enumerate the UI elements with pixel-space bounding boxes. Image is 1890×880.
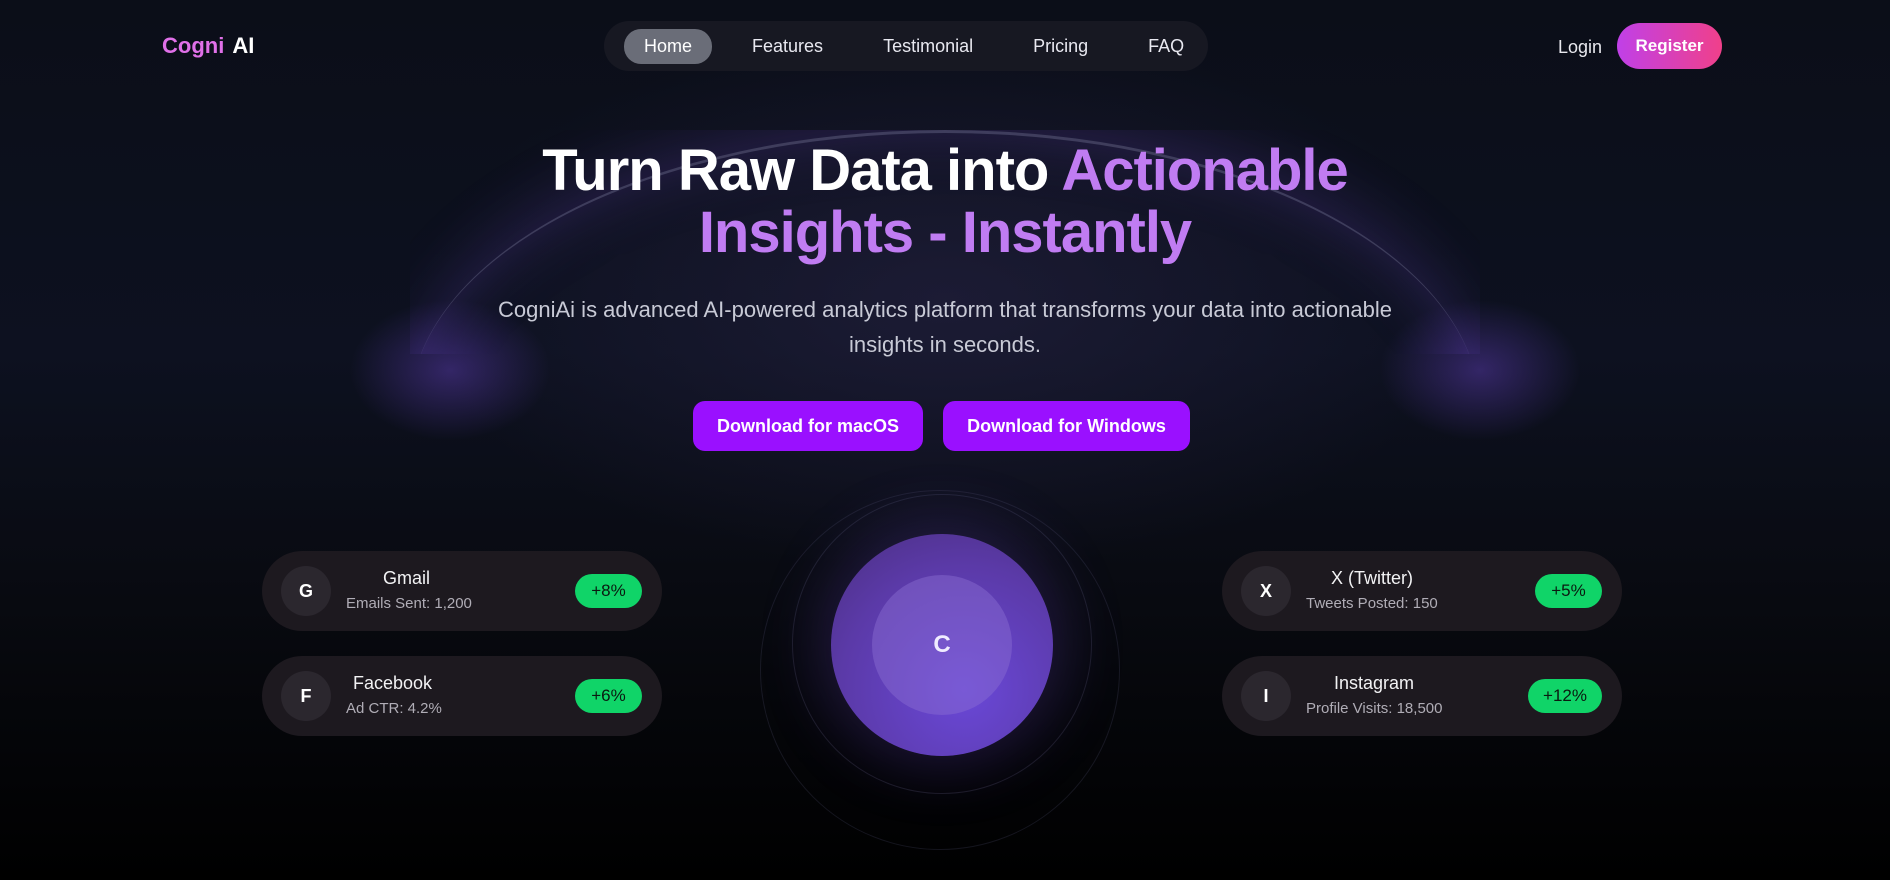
brand-name-part2: AI xyxy=(232,33,255,58)
brand-logo[interactable]: Cogni AI xyxy=(162,33,254,59)
headline-plain: Turn Raw Data into xyxy=(542,138,1062,203)
top-navbar: Cogni AI Home Features Testimonial Pricin… xyxy=(0,0,1890,95)
main-menu: Home Features Testimonial Pricing FAQ xyxy=(604,21,1208,71)
nav-item-pricing[interactable]: Pricing xyxy=(1013,29,1108,64)
card-name: Facebook xyxy=(353,673,433,693)
avatar-initial: I xyxy=(1263,685,1269,706)
facebook-avatar: F xyxy=(281,671,331,721)
card-metric: Ad CTR: 4.2% xyxy=(346,700,442,717)
orb-core: C xyxy=(872,575,1012,715)
nav-item-faq[interactable]: FAQ xyxy=(1128,29,1204,64)
instagram-avatar: I xyxy=(1241,671,1291,721)
hero-headline: Turn Raw Data into Actionable Insights -… xyxy=(345,140,1545,264)
x-twitter-avatar: X xyxy=(1241,566,1291,616)
stat-card-gmail[interactable]: G Gmail Emails Sent: 1,200 +8% xyxy=(262,551,662,631)
stat-card-x-twitter[interactable]: X X (Twitter) Tweets Posted: 150 +5% xyxy=(1222,551,1622,631)
brand-name-part1: Cogni xyxy=(162,33,225,58)
change-badge: +12% xyxy=(1528,679,1602,713)
avatar-initial: F xyxy=(300,685,312,706)
change-badge: +5% xyxy=(1535,574,1602,608)
arc-glow-right xyxy=(1380,300,1580,440)
hero-subtitle: CogniAi is advanced AI-powered analytics… xyxy=(498,297,1392,357)
card-name: X (Twitter) xyxy=(1331,568,1414,588)
login-link[interactable]: Login xyxy=(1558,37,1602,58)
card-metric: Emails Sent: 1,200 xyxy=(346,595,472,612)
card-name: Instagram xyxy=(1334,673,1415,693)
stat-card-instagram[interactable]: I Instagram Profile Visits: 18,500 +12% xyxy=(1222,656,1622,736)
change-badge: +6% xyxy=(575,679,642,713)
nav-item-features[interactable]: Features xyxy=(732,29,843,64)
register-button[interactable]: Register xyxy=(1617,23,1722,69)
nav-item-testimonial[interactable]: Testimonial xyxy=(863,29,993,64)
download-macos-button[interactable]: Download for macOS xyxy=(693,401,923,451)
card-metric: Tweets Posted: 150 xyxy=(1306,595,1438,612)
avatar-initial: X xyxy=(1259,580,1272,601)
card-metric: Profile Visits: 18,500 xyxy=(1306,700,1443,717)
download-windows-button[interactable]: Download for Windows xyxy=(943,401,1190,451)
card-name: Gmail xyxy=(383,568,431,588)
headline-accent-2: Insights - Instantly xyxy=(698,200,1192,265)
orb-letter: C xyxy=(933,631,951,658)
avatar-initial: G xyxy=(298,580,313,601)
stat-card-facebook[interactable]: F Facebook Ad CTR: 4.2% +6% xyxy=(262,656,662,736)
change-badge: +8% xyxy=(575,574,642,608)
center-orb: C xyxy=(831,534,1053,756)
headline-accent-1: Actionable xyxy=(1061,138,1348,203)
nav-item-home[interactable]: Home xyxy=(624,28,713,64)
gmail-avatar: G xyxy=(281,566,331,616)
